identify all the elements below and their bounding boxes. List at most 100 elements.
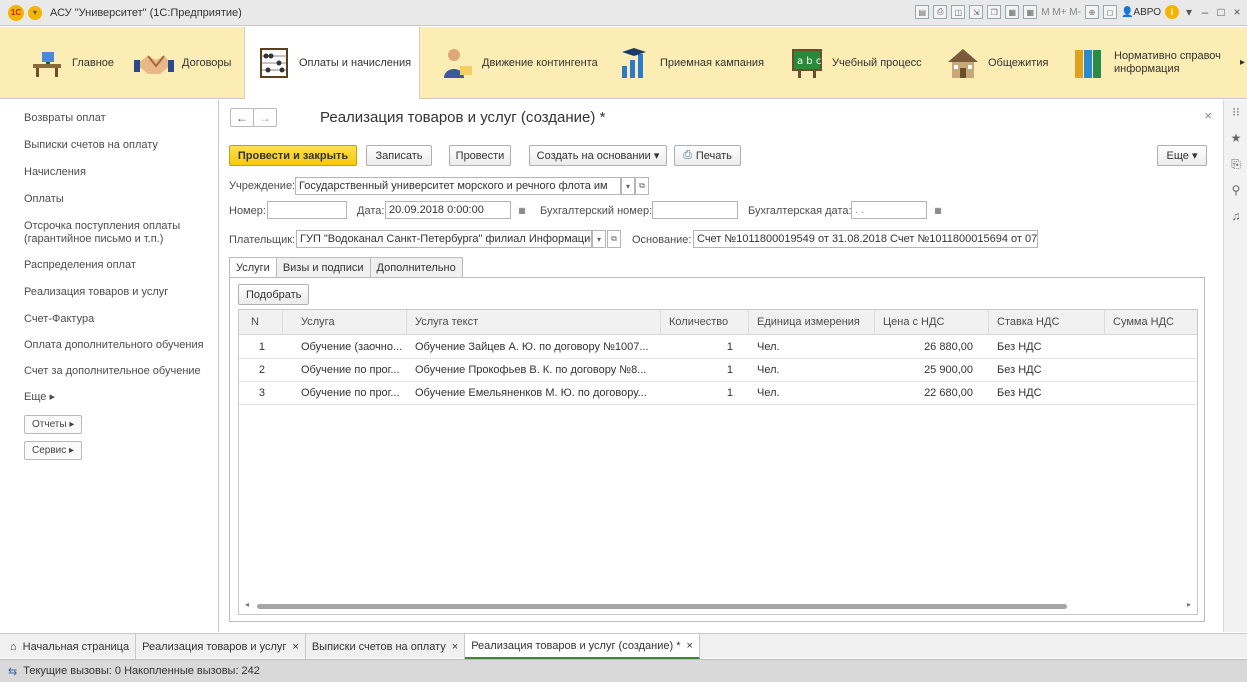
window-tab-sales-create[interactable]: Реализация товаров и услуг (создание) * × — [465, 634, 700, 659]
close-tab-icon[interactable]: × — [452, 641, 458, 653]
person-icon — [444, 49, 472, 78]
forward-button[interactable]: → — [253, 108, 277, 127]
table-cell: 25 900,00 — [924, 364, 973, 376]
blackboard-icon: a b c — [792, 49, 822, 78]
sidebar-item-sales[interactable]: Реализация товаров и услуг — [24, 286, 168, 299]
acc-calendar-icon[interactable]: ▦ — [931, 201, 945, 219]
payer-dropdown-icon[interactable]: ▾ — [592, 230, 606, 248]
horizontal-scrollbar[interactable]: ◂ ▸ — [245, 600, 1191, 610]
calendar-icon[interactable]: ▦ — [1023, 5, 1038, 19]
print-button[interactable]: ⎙ Печать — [674, 145, 741, 166]
all-functions-icon[interactable]: ⁝⁝ — [1230, 106, 1242, 118]
reports-button[interactable]: Отчеты ▸ — [24, 415, 83, 434]
section-main[interactable]: Главное — [0, 27, 124, 99]
main-menu-icon[interactable]: ▾ — [28, 5, 42, 20]
post-button[interactable]: Провести — [449, 145, 511, 166]
section-study[interactable]: a b c Учебный процесс — [772, 27, 926, 99]
column-header[interactable]: Сумма НДС — [1105, 310, 1197, 335]
column-header[interactable]: Цена с НДС — [875, 310, 989, 335]
section-dorms[interactable]: Общежития — [926, 27, 1062, 99]
zoom-icon[interactable]: ⊕ — [1084, 5, 1099, 19]
payer-open-icon[interactable]: ⧉ — [607, 230, 621, 248]
close-icon[interactable]: × — [1204, 108, 1212, 123]
user-name[interactable]: 👤АВРО — [1121, 7, 1161, 18]
info-icon[interactable]: i — [1165, 5, 1179, 19]
close-tab-icon[interactable]: × — [687, 640, 693, 652]
column-header[interactable]: Ставка НДС — [989, 310, 1105, 335]
table-row[interactable]: 3 Обучение по прог... Обучение Емельянен… — [239, 382, 1197, 405]
tab-visas[interactable]: Визы и подписи — [275, 257, 371, 277]
sidebar-item-more[interactable]: Еще ▸ — [24, 391, 55, 404]
sidebar-item-extra-payment[interactable]: Оплата дополнительного обучения — [24, 339, 204, 352]
date-field[interactable]: 20.09.2018 0:00:00 — [385, 201, 511, 219]
column-header[interactable]: Единица измерения — [749, 310, 875, 335]
window-tab-home[interactable]: ⌂ Начальная страница — [0, 634, 137, 659]
scrollbar-thumb[interactable] — [257, 604, 1067, 609]
sidebar-item-payment-distribution[interactable]: Распределения оплат — [24, 259, 136, 272]
save-button[interactable]: Записать — [366, 145, 432, 166]
link-icon[interactable]: ⇲ — [969, 5, 984, 19]
table-row[interactable]: 2 Обучение по прог... Обучение Прокофьев… — [239, 359, 1197, 382]
payer-field[interactable]: ГУП "Водоканал Санкт-Петербурга" филиал … — [296, 230, 592, 248]
column-header[interactable]: Услуга текст — [407, 310, 661, 335]
create-based-on-button[interactable]: Создать на основании ▾ — [529, 145, 667, 166]
window-tab-invoice-statements[interactable]: Выписки счетов на оплату × — [306, 634, 466, 659]
copy-icon[interactable]: ❐ — [987, 5, 1002, 19]
section-admission[interactable]: Приемная кампания — [610, 27, 772, 99]
section-contingent[interactable]: Движение контингента — [420, 27, 610, 99]
favorites-star-icon[interactable]: ★ — [1230, 132, 1242, 144]
table-cell — [1105, 359, 1197, 382]
basis-field[interactable]: Счет №1011800019549 от 31.08.2018 Счет №… — [693, 230, 1038, 248]
notifications-bell-icon[interactable]: ♫ — [1230, 210, 1242, 222]
column-header[interactable]: N — [239, 310, 283, 335]
sidebar-item-invoice[interactable]: Счет-Фактура — [24, 313, 94, 326]
service-button[interactable]: Сервис ▸ — [24, 441, 83, 460]
number-field[interactable] — [267, 201, 347, 219]
sidebar-item-invoice-statements[interactable]: Выписки счетов на оплату — [24, 139, 158, 152]
column-header[interactable]: Количество — [661, 310, 749, 335]
sections-scroll-right-icon[interactable]: ▸ — [1240, 57, 1245, 68]
sidebar-item-payment-deferral[interactable]: Отсрочка поступления оплаты (гарантийное … — [24, 220, 180, 246]
post-and-close-button[interactable]: Провести и закрыть — [229, 145, 357, 166]
calculator-icon[interactable]: ▦ — [1005, 5, 1020, 19]
sidebar-item-extra-invoice[interactable]: Счет за дополнительное обучение — [24, 365, 201, 378]
preview-icon[interactable]: ◫ — [951, 5, 966, 19]
institution-dropdown-icon[interactable]: ▾ — [621, 177, 635, 195]
sidebar-item-payments[interactable]: Оплаты — [24, 193, 64, 206]
close-tab-icon[interactable]: × — [292, 641, 298, 653]
minimize-icon[interactable]: – — [1199, 5, 1211, 19]
pick-button[interactable]: Подобрать — [238, 284, 310, 305]
services-table[interactable]: N Услуга Услуга текст Количество Единица… — [238, 309, 1198, 615]
table-cell: 26 880,00 — [924, 341, 973, 353]
institution-open-icon[interactable]: ⧉ — [635, 177, 649, 195]
memory-buttons[interactable]: M M+ M- — [1041, 7, 1081, 18]
institution-field[interactable]: Государственный университет морского и р… — [295, 177, 621, 195]
dropdown-icon[interactable]: ▾ — [1183, 5, 1195, 19]
acc-number-field[interactable] — [652, 201, 738, 219]
acc-date-field[interactable]: . . — [851, 201, 927, 219]
section-reference[interactable]: Нормативно справоч информация — [1062, 27, 1222, 99]
more-button[interactable]: Еще ▾ — [1157, 145, 1207, 166]
back-button[interactable]: ← — [230, 108, 254, 127]
print-label: Печать — [695, 149, 732, 162]
print-icon[interactable]: ⎙ — [933, 5, 948, 19]
sidebar-item-refunds[interactable]: Возвраты оплат — [24, 112, 106, 125]
scroll-right-icon[interactable]: ▸ — [1187, 600, 1191, 609]
window-layout-icon[interactable]: ◻ — [1102, 5, 1117, 19]
save-icon[interactable]: ▤ — [915, 5, 930, 19]
table-row[interactable]: 1 Обучение (заочно... Обучение Зайцев А.… — [239, 336, 1197, 359]
section-contracts[interactable]: Договоры — [124, 27, 244, 99]
calendar-icon[interactable]: ▦ — [515, 201, 529, 219]
search-icon[interactable]: ⚲ — [1230, 184, 1242, 196]
section-payments[interactable]: Оплаты и начисления — [244, 27, 420, 99]
close-window-icon[interactable]: × — [1231, 5, 1243, 19]
tab-services[interactable]: Услуги — [229, 257, 277, 278]
section-label: Приемная кампания — [660, 57, 765, 69]
window-tab-sales[interactable]: Реализация товаров и услуг × — [136, 634, 306, 659]
history-icon[interactable]: ⎘ — [1230, 158, 1242, 170]
tab-additional[interactable]: Дополнительно — [369, 257, 463, 277]
maximize-icon[interactable]: □ — [1215, 5, 1227, 19]
scroll-left-icon[interactable]: ◂ — [245, 600, 249, 609]
column-header[interactable]: Услуга — [283, 310, 407, 335]
sidebar-item-accruals[interactable]: Начисления — [24, 166, 86, 179]
